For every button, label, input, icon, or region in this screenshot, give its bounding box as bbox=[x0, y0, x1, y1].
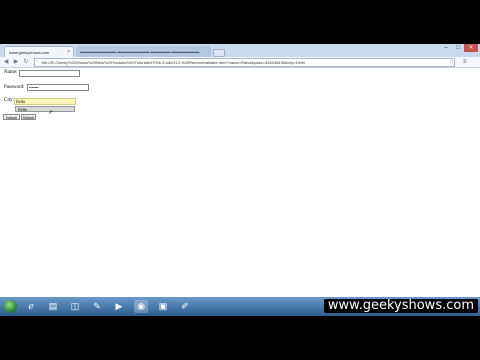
folder-icon[interactable]: ▤ bbox=[46, 300, 60, 313]
maximize-button[interactable]: □ bbox=[452, 44, 464, 52]
tab-inactive-label: ▬▬▬▬▬▬▬▬▬ ▬▬▬▬▬▬▬▬ ▬▬▬▬▬ ▬▬▬▬▬▬▬ bbox=[80, 49, 200, 54]
watermark: www.geekyshows.com bbox=[323, 299, 478, 313]
autocomplete-suggestion[interactable]: Delhi bbox=[15, 106, 75, 112]
browser-toolbar: ◀ ▶ ↻ ▫ file:///E:/Geeky%20Shows%20New%2… bbox=[0, 57, 480, 68]
city-input[interactable]: Delhi bbox=[14, 98, 76, 105]
notepad-icon[interactable]: ✐ bbox=[178, 300, 192, 313]
tab-active[interactable]: www.geekyshows.com × bbox=[4, 46, 74, 57]
mouse-cursor-icon: ➚ bbox=[48, 110, 54, 116]
submit-button[interactable]: Submit bbox=[3, 114, 20, 120]
paint-icon[interactable]: ✎ bbox=[90, 300, 104, 313]
close-window-button[interactable]: ✕ bbox=[464, 44, 478, 52]
start-button[interactable] bbox=[4, 300, 17, 313]
minimize-button[interactable]: – bbox=[440, 44, 452, 52]
address-bar[interactable]: ▫ file:///E:/Geeky%20Shows%20New%20Youtu… bbox=[34, 58, 455, 67]
name-input[interactable] bbox=[19, 70, 80, 77]
name-label: Name: bbox=[4, 70, 18, 75]
chrome-icon[interactable]: ◉ bbox=[134, 300, 148, 313]
password-label: Password: bbox=[4, 85, 25, 90]
tab-close-icon[interactable]: × bbox=[67, 47, 70, 57]
tab-active-label: www.geekyshows.com bbox=[9, 50, 50, 55]
library-icon[interactable]: ◫ bbox=[68, 300, 82, 313]
back-icon[interactable]: ◀ bbox=[2, 58, 10, 66]
reload-icon[interactable]: ↻ bbox=[22, 58, 30, 66]
tab-strip: www.geekyshows.com × ▬▬▬▬▬▬▬▬▬ ▬▬▬▬▬▬▬▬ … bbox=[0, 44, 480, 57]
address-text: file:///E:/Geeky%20Shows%20New%20Youtube… bbox=[42, 60, 306, 65]
tab-inactive[interactable]: ▬▬▬▬▬▬▬▬▬ ▬▬▬▬▬▬▬▬ ▬▬▬▬▬ ▬▬▬▬▬▬▬ bbox=[76, 46, 211, 57]
page-icon: ▫ bbox=[36, 59, 38, 65]
media-player-icon[interactable]: ▶ bbox=[112, 300, 126, 313]
wrench-menu-icon[interactable]: ≡ bbox=[463, 58, 467, 66]
city-label: City: bbox=[4, 98, 15, 103]
bookmark-star-icon[interactable]: ☆ bbox=[449, 58, 454, 66]
new-tab-button[interactable] bbox=[213, 49, 225, 57]
forward-icon[interactable]: ▶ bbox=[12, 58, 20, 66]
reset-button[interactable]: Submit bbox=[21, 114, 36, 120]
ie-icon[interactable]: ℯ bbox=[24, 300, 38, 313]
desktop-screen: www.geekyshows.com × ▬▬▬▬▬▬▬▬▬ ▬▬▬▬▬▬▬▬ … bbox=[0, 44, 480, 316]
password-input[interactable]: ••••••• bbox=[27, 84, 89, 91]
powerpoint-icon[interactable]: ▣ bbox=[156, 300, 170, 313]
